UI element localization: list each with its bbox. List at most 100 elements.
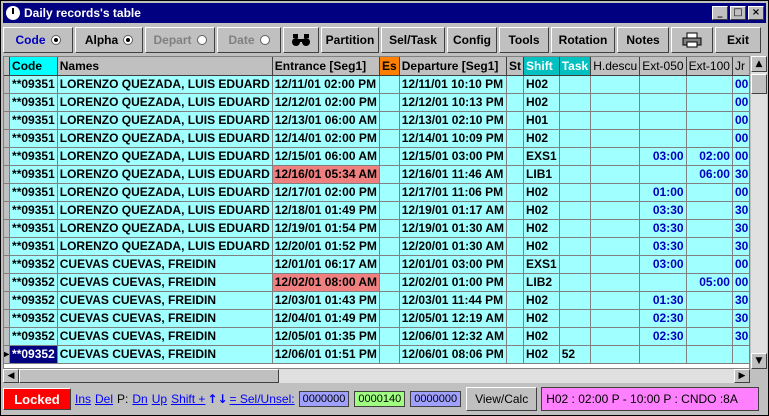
cell-shift[interactable]: H02	[523, 327, 560, 346]
cell-jr[interactable]: 30	[732, 291, 749, 310]
cell-ext100[interactable]	[686, 345, 733, 364]
cell-jr[interactable]: 30	[732, 309, 749, 328]
scroll-left-icon[interactable]: ◀	[3, 369, 19, 383]
col-hdescu[interactable]: H.descu	[590, 57, 641, 76]
cell-es[interactable]	[379, 165, 400, 184]
horizontal-scrollbar[interactable]: ◀ ▶	[3, 369, 750, 383]
cell-departure[interactable]: 12/19/01 01:30 AM	[399, 219, 508, 238]
cell-task[interactable]	[559, 93, 592, 112]
cell-st[interactable]	[506, 273, 525, 292]
cell-task[interactable]	[559, 327, 592, 346]
table-row[interactable]: **09352 CUEVAS CUEVAS, FREIDIN 12/01/01 06…	[4, 255, 749, 274]
horizontal-scroll-thumb[interactable]	[19, 369, 279, 383]
minimize-button[interactable]: _	[712, 6, 728, 20]
cell-name[interactable]: LORENZO QUEZADA, LUIS EDUARD	[57, 75, 273, 94]
cell-departure[interactable]: 12/11/01 10:10 PM	[399, 75, 508, 94]
exit-button[interactable]: Exit	[715, 27, 761, 53]
col-code[interactable]: Code	[9, 57, 58, 76]
col-ext050[interactable]: Ext-050	[639, 57, 687, 76]
cell-es[interactable]	[379, 183, 400, 202]
cell-code[interactable]: **09351	[9, 75, 58, 94]
cell-shift[interactable]: H02	[523, 345, 560, 364]
cell-hdescu[interactable]	[590, 273, 641, 292]
col-st[interactable]: St	[506, 57, 525, 76]
cell-task[interactable]	[559, 183, 592, 202]
cell-ext050[interactable]: 03:30	[639, 237, 687, 256]
cell-task[interactable]	[559, 255, 592, 274]
cell-st[interactable]	[506, 183, 525, 202]
table-row[interactable]: **09351 LORENZO QUEZADA, LUIS EDUARD 12/15…	[4, 147, 749, 166]
cell-jr[interactable]: 00	[732, 75, 749, 94]
cell-hdescu[interactable]	[590, 345, 641, 364]
cell-hdescu[interactable]	[590, 309, 641, 328]
cell-es[interactable]	[379, 201, 400, 220]
cell-task[interactable]	[559, 75, 592, 94]
cell-name[interactable]: LORENZO QUEZADA, LUIS EDUARD	[57, 201, 273, 220]
table-row[interactable]: **09351 LORENZO QUEZADA, LUIS EDUARD 12/20…	[4, 237, 749, 256]
cell-st[interactable]	[506, 237, 525, 256]
table-row[interactable]: **09351 LORENZO QUEZADA, LUIS EDUARD 12/14…	[4, 129, 749, 148]
cell-st[interactable]	[506, 345, 525, 364]
cell-departure[interactable]: 12/15/01 03:00 PM	[399, 147, 508, 166]
cell-hdescu[interactable]	[590, 327, 641, 346]
cell-ext100[interactable]: 06:00	[686, 165, 733, 184]
cell-code[interactable]: **09351	[9, 183, 58, 202]
cell-jr[interactable]: 30	[732, 327, 749, 346]
cell-entrance[interactable]: 12/15/01 06:00 AM	[272, 147, 381, 166]
cell-entrance[interactable]: 12/02/01 08:00 AM	[272, 273, 381, 292]
cell-es[interactable]	[379, 129, 400, 148]
table-row[interactable]: **09352 CUEVAS CUEVAS, FREIDIN 12/05/01 01…	[4, 327, 749, 346]
cell-ext050[interactable]: 03:00	[639, 147, 687, 166]
sort-code-option[interactable]: Code	[3, 27, 73, 53]
cell-name[interactable]: CUEVAS CUEVAS, FREIDIN	[57, 291, 273, 310]
scroll-up-icon[interactable]: ▲	[751, 56, 767, 72]
cell-departure[interactable]: 12/17/01 11:06 PM	[399, 183, 508, 202]
cell-ext050[interactable]: 01:00	[639, 183, 687, 202]
cell-departure[interactable]: 12/16/01 11:46 AM	[399, 165, 508, 184]
table-row[interactable]: **09351 LORENZO QUEZADA, LUIS EDUARD 12/12…	[4, 93, 749, 112]
cell-name[interactable]: LORENZO QUEZADA, LUIS EDUARD	[57, 183, 273, 202]
cell-st[interactable]	[506, 201, 525, 220]
cell-es[interactable]	[379, 75, 400, 94]
cell-entrance[interactable]: 12/19/01 01:54 PM	[272, 219, 381, 238]
sort-depart-option[interactable]: Depart	[145, 27, 215, 53]
cell-task[interactable]	[559, 129, 592, 148]
col-departure[interactable]: Departure [Seg1]	[399, 57, 508, 76]
cell-task[interactable]	[559, 201, 592, 220]
ins-key-link[interactable]: Ins	[75, 392, 91, 406]
notes-button[interactable]: Notes	[617, 27, 669, 53]
sort-date-option[interactable]: Date	[217, 27, 281, 53]
cell-departure[interactable]: 12/19/01 01:17 AM	[399, 201, 508, 220]
cell-ext100[interactable]	[686, 291, 733, 310]
table-row[interactable]: **09351 LORENZO QUEZADA, LUIS EDUARD 12/11…	[4, 75, 749, 94]
cell-jr[interactable]: 00	[732, 255, 749, 274]
del-key-link[interactable]: Del	[95, 392, 113, 406]
cell-ext100[interactable]	[686, 237, 733, 256]
cell-jr[interactable]: 30	[732, 219, 749, 238]
cell-ext050[interactable]: 02:30	[639, 327, 687, 346]
cell-hdescu[interactable]	[590, 165, 641, 184]
cell-shift[interactable]: H02	[523, 201, 560, 220]
maximize-button[interactable]: □	[730, 6, 746, 20]
scroll-down-icon[interactable]: ▼	[751, 353, 767, 369]
col-es[interactable]: Es	[379, 57, 400, 76]
cell-st[interactable]	[506, 165, 525, 184]
cell-hdescu[interactable]	[590, 237, 641, 256]
cell-hdescu[interactable]	[590, 147, 641, 166]
cell-task[interactable]	[559, 309, 592, 328]
cell-entrance[interactable]: 12/05/01 01:35 PM	[272, 327, 381, 346]
cell-ext050[interactable]	[639, 93, 687, 112]
cell-entrance[interactable]: 12/16/01 05:34 AM	[272, 165, 381, 184]
table-row[interactable]: **09352 CUEVAS CUEVAS, FREIDIN 12/04/01 01…	[4, 309, 749, 328]
cell-jr[interactable]: 30	[732, 237, 749, 256]
cell-hdescu[interactable]	[590, 219, 641, 238]
cell-entrance[interactable]: 12/04/01 01:49 PM	[272, 309, 381, 328]
cell-task[interactable]	[559, 111, 592, 130]
cell-task[interactable]: 52	[559, 345, 592, 364]
cell-code[interactable]: **09351	[9, 129, 58, 148]
table-row[interactable]: **09351 LORENZO QUEZADA, LUIS EDUARD 12/19…	[4, 219, 749, 238]
cell-shift[interactable]: LIB1	[523, 165, 560, 184]
cell-entrance[interactable]: 12/01/01 06:17 AM	[272, 255, 381, 274]
cell-ext050[interactable]	[639, 129, 687, 148]
cell-hdescu[interactable]	[590, 111, 641, 130]
